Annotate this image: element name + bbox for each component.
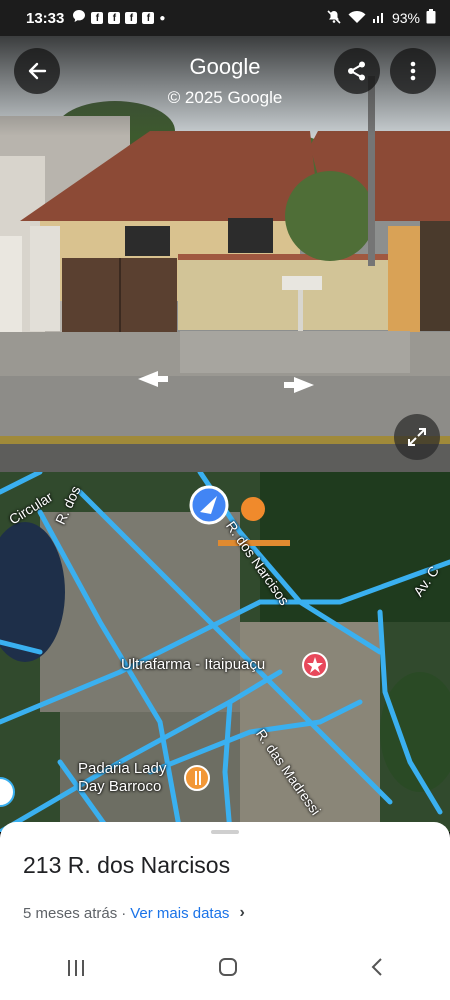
bottom-sheet: 213 R. dos Narcisos 5 meses atrás · Ver … (0, 822, 450, 1000)
status-right: 93% (326, 9, 436, 28)
dot-icon: ● (159, 12, 166, 24)
facebook-icon: f (91, 12, 104, 24)
chevron-left-icon (371, 958, 382, 976)
street-view-header (0, 36, 450, 136)
place-label-padaria-line2: Day Barroco (78, 778, 162, 795)
expand-icon (408, 428, 426, 446)
place-label-padaria[interactable]: Padaria Lady Day Barroco (78, 760, 166, 796)
more-vert-icon (410, 61, 416, 81)
expand-button[interactable] (394, 414, 440, 460)
street-view-copyright: © 2025 Google (167, 88, 283, 107)
facebook-icon: f (108, 12, 121, 24)
system-nav-bar (0, 940, 450, 1000)
signal-icon (372, 10, 386, 27)
place-label-padaria-line1: Padaria Lady (78, 760, 167, 777)
sheet-drag-handle[interactable] (211, 830, 239, 834)
notification-icons: f f f f ● (72, 9, 165, 27)
app-root: 13:33 f f f f ● 93% Google © 2025 Google… (0, 0, 450, 1000)
home-icon (219, 958, 237, 976)
more-options-button[interactable] (390, 48, 436, 94)
share-button[interactable] (334, 48, 380, 94)
address-title: 213 R. dos Narcisos (23, 852, 231, 878)
street-view-panorama[interactable]: Google © 2025 Google (0, 36, 450, 472)
capture-date-row: 5 meses atrás · Ver mais datas › (23, 904, 245, 922)
wifi-icon (348, 10, 366, 27)
message-icon (72, 9, 86, 27)
satellite-map[interactable]: R. dos Circular R. dos Narcisos Av. C R.… (0, 472, 450, 832)
status-bar: 13:33 f f f f ● 93% (0, 0, 450, 36)
capture-date: 5 meses atrás (23, 904, 118, 922)
back-nav-button[interactable] (370, 957, 384, 983)
battery-icon (426, 9, 436, 27)
home-button[interactable] (218, 957, 238, 983)
street-view-title: Google (189, 54, 261, 79)
facebook-icon: f (125, 12, 138, 24)
separator-dot: · (121, 904, 127, 922)
share-icon (348, 61, 365, 81)
chevron-right-icon[interactable]: › (239, 904, 244, 922)
more-dates-link[interactable]: Ver mais datas (130, 905, 229, 922)
battery-percent: 93% (391, 10, 420, 26)
place-label-ultrafarma[interactable]: Ultrafarma - Itaipuaçu (121, 656, 265, 673)
recents-icon (68, 960, 84, 976)
mute-icon (326, 9, 342, 28)
recents-button[interactable] (66, 957, 86, 983)
status-time: 13:33 (26, 9, 65, 27)
facebook-icon: f (142, 12, 155, 24)
